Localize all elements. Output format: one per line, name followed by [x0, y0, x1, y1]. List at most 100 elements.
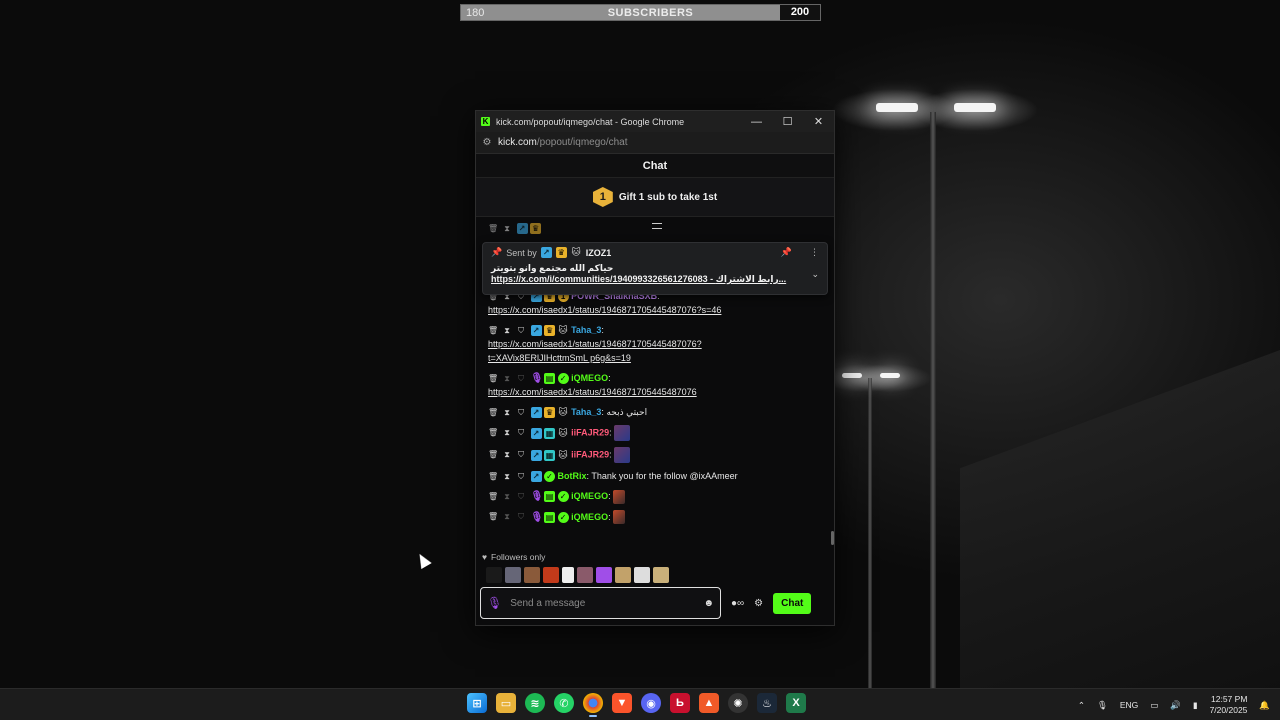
- emoji-icon[interactable]: ☻: [703, 598, 714, 609]
- settings-gear-icon[interactable]: ⚙: [754, 598, 763, 609]
- volume-icon[interactable]: 🔊: [1170, 700, 1181, 711]
- trash-icon[interactable]: 🗑: [488, 492, 498, 502]
- chat-scrollbar[interactable]: [831, 531, 834, 545]
- emote-button[interactable]: [562, 567, 574, 583]
- spotify-icon[interactable]: ≋: [525, 693, 545, 713]
- trash-icon[interactable]: 🗑: [488, 472, 498, 482]
- unpin-icon[interactable]: 📌: [781, 247, 792, 258]
- site-settings-icon[interactable]: ⚙: [476, 137, 498, 148]
- address-bar[interactable]: ⚙ kick.com/popout/iqmego/chat: [476, 132, 834, 154]
- system-clock[interactable]: 12:57 PM 7/20/2025: [1210, 694, 1248, 716]
- microphone-tray-icon[interactable]: 🎙: [1097, 700, 1108, 711]
- minimize-button[interactable]: —: [741, 116, 772, 128]
- message-input[interactable]: [510, 597, 696, 609]
- chat-username[interactable]: iQMEGO: [571, 373, 608, 383]
- trash-icon[interactable]: 🗑: [488, 326, 498, 336]
- badge-icon: ↗: [540, 247, 552, 258]
- quick-emote-bar: [486, 567, 669, 583]
- more-options-icon[interactable]: ⋮: [810, 247, 819, 258]
- chat-username[interactable]: BotRix: [558, 471, 587, 481]
- emote-button[interactable]: [615, 567, 631, 583]
- trash-icon[interactable]: 🗑: [488, 408, 498, 418]
- emote-button[interactable]: [524, 567, 540, 583]
- ban-icon[interactable]: ⛉: [516, 428, 526, 438]
- chat-username[interactable]: iQMEGO: [571, 512, 608, 522]
- maximize-button[interactable]: ☐: [772, 115, 803, 128]
- crown-badge-icon: ♛: [544, 407, 556, 419]
- start-menu-windows-icon[interactable]: ⊞: [467, 693, 487, 713]
- send-chat-button[interactable]: Chat: [773, 592, 812, 614]
- whatsapp-icon[interactable]: ✆: [554, 693, 574, 713]
- timeout-icon[interactable]: ⧗: [502, 374, 512, 384]
- chat-message: 🗑 ⧗ ⛉ ↗ ▦ 🐱 iiFAJR29:: [476, 444, 834, 466]
- ban-icon[interactable]: ⛉: [516, 450, 526, 460]
- discord-icon[interactable]: ◉: [641, 693, 661, 713]
- crown-badge-icon: ♛: [544, 325, 556, 337]
- chevron-down-icon[interactable]: ⌄: [811, 269, 819, 280]
- timeout-icon[interactable]: ⧗: [502, 408, 512, 418]
- mic-badge-icon: 🎙: [530, 373, 544, 385]
- red-app-icon[interactable]: Ь: [670, 693, 690, 713]
- pinned-message-link[interactable]: https://x.com/i/communities/194099332656…: [491, 274, 801, 285]
- excel-icon[interactable]: X: [786, 693, 806, 713]
- emote-button[interactable]: [634, 567, 650, 583]
- pinned-username[interactable]: IZOZ1: [586, 248, 612, 258]
- network-icon[interactable]: ▭: [1150, 700, 1158, 711]
- timeout-icon[interactable]: ⧗: [502, 492, 512, 502]
- trash-icon[interactable]: 🗑: [488, 224, 498, 234]
- trash-icon[interactable]: 🗑: [488, 374, 498, 384]
- ban-icon[interactable]: ⛉: [516, 512, 526, 522]
- ban-icon[interactable]: ⛉: [516, 408, 526, 418]
- ban-icon[interactable]: ⛉: [516, 326, 526, 336]
- timeout-icon[interactable]: ⧗: [502, 224, 512, 234]
- openai-icon[interactable]: ✺: [728, 693, 748, 713]
- chat-username[interactable]: Taha_3: [571, 407, 601, 417]
- chat-message: 🗑 ⧗ ⛉ ↗ ♛ 🐱 Taha_3: https://x.com/isaedx1/…: [476, 320, 834, 368]
- emote-image: [614, 447, 631, 463]
- chat-link[interactable]: https://x.com/isaedx1/status/19468717054…: [488, 337, 824, 351]
- brave-icon[interactable]: ▼: [612, 693, 632, 713]
- chat-username[interactable]: iiFAJR29: [571, 449, 609, 459]
- subscriber-goal-bar: 180 SUBSCRIBERS 200: [460, 4, 821, 21]
- chat-username[interactable]: iQMEGO: [571, 491, 608, 501]
- microphone-icon[interactable]: 🎙: [487, 596, 502, 610]
- emote-button[interactable]: [577, 567, 593, 583]
- message-input-box[interactable]: 🎙 ☻: [480, 587, 721, 619]
- chat-link[interactable]: https://x.com/isaedx1/status/19468717054…: [488, 385, 824, 399]
- ban-icon[interactable]: ⛉: [516, 374, 526, 384]
- file-explorer-icon[interactable]: ▭: [496, 693, 516, 713]
- sub-badge-icon: ▦: [544, 449, 556, 461]
- ban-icon[interactable]: ⛉: [516, 472, 526, 482]
- timeout-icon[interactable]: ⧗: [502, 472, 512, 482]
- close-button[interactable]: ✕: [803, 115, 834, 128]
- chat-link[interactable]: https://x.com/isaedx1/status/19468717054…: [488, 303, 824, 317]
- emote-button[interactable]: [543, 567, 559, 583]
- language-indicator[interactable]: ENG: [1120, 700, 1138, 710]
- notification-bell-icon[interactable]: 🔔: [1259, 700, 1270, 711]
- ban-icon[interactable]: ⛉: [516, 492, 526, 502]
- emote-button[interactable]: [486, 567, 502, 583]
- timeout-icon[interactable]: ⧗: [502, 512, 512, 522]
- trash-icon[interactable]: 🗑: [488, 428, 498, 438]
- gift-leaderboard-banner[interactable]: 1 Gift 1 sub to take 1st: [476, 178, 834, 217]
- badge-icon: ↗: [530, 471, 542, 483]
- timeout-icon[interactable]: ⧗: [502, 450, 512, 460]
- chrome-icon[interactable]: [583, 693, 603, 717]
- trash-icon[interactable]: 🗑: [488, 512, 498, 522]
- orange-app-icon[interactable]: ▲: [699, 693, 719, 713]
- battery-icon[interactable]: ▮: [1193, 700, 1198, 711]
- steam-icon[interactable]: ♨: [757, 693, 777, 713]
- chevron-up-icon[interactable]: ⌃: [1078, 700, 1085, 711]
- emote-button[interactable]: [596, 567, 612, 583]
- chat-link-continued[interactable]: t=XAVix8ERlJIHcttmSmL p6g&s=19: [488, 351, 824, 365]
- timeout-icon[interactable]: ⧗: [502, 326, 512, 336]
- timeout-icon[interactable]: ⧗: [502, 428, 512, 438]
- window-titlebar[interactable]: K kick.com/popout/iqmego/chat - Google C…: [476, 111, 834, 132]
- chat-username[interactable]: Taha_3: [571, 325, 601, 335]
- kicks-icon[interactable]: ●∞: [731, 598, 744, 609]
- chat-username[interactable]: iiFAJR29: [571, 427, 609, 437]
- pinned-message-card[interactable]: 📌 Sent by ↗ ♛ 🐱 IZOZ1 📌 ⋮ حياكم الله مجت…: [482, 242, 828, 295]
- emote-button[interactable]: [653, 567, 669, 583]
- emote-button[interactable]: [505, 567, 521, 583]
- trash-icon[interactable]: 🗑: [488, 450, 498, 460]
